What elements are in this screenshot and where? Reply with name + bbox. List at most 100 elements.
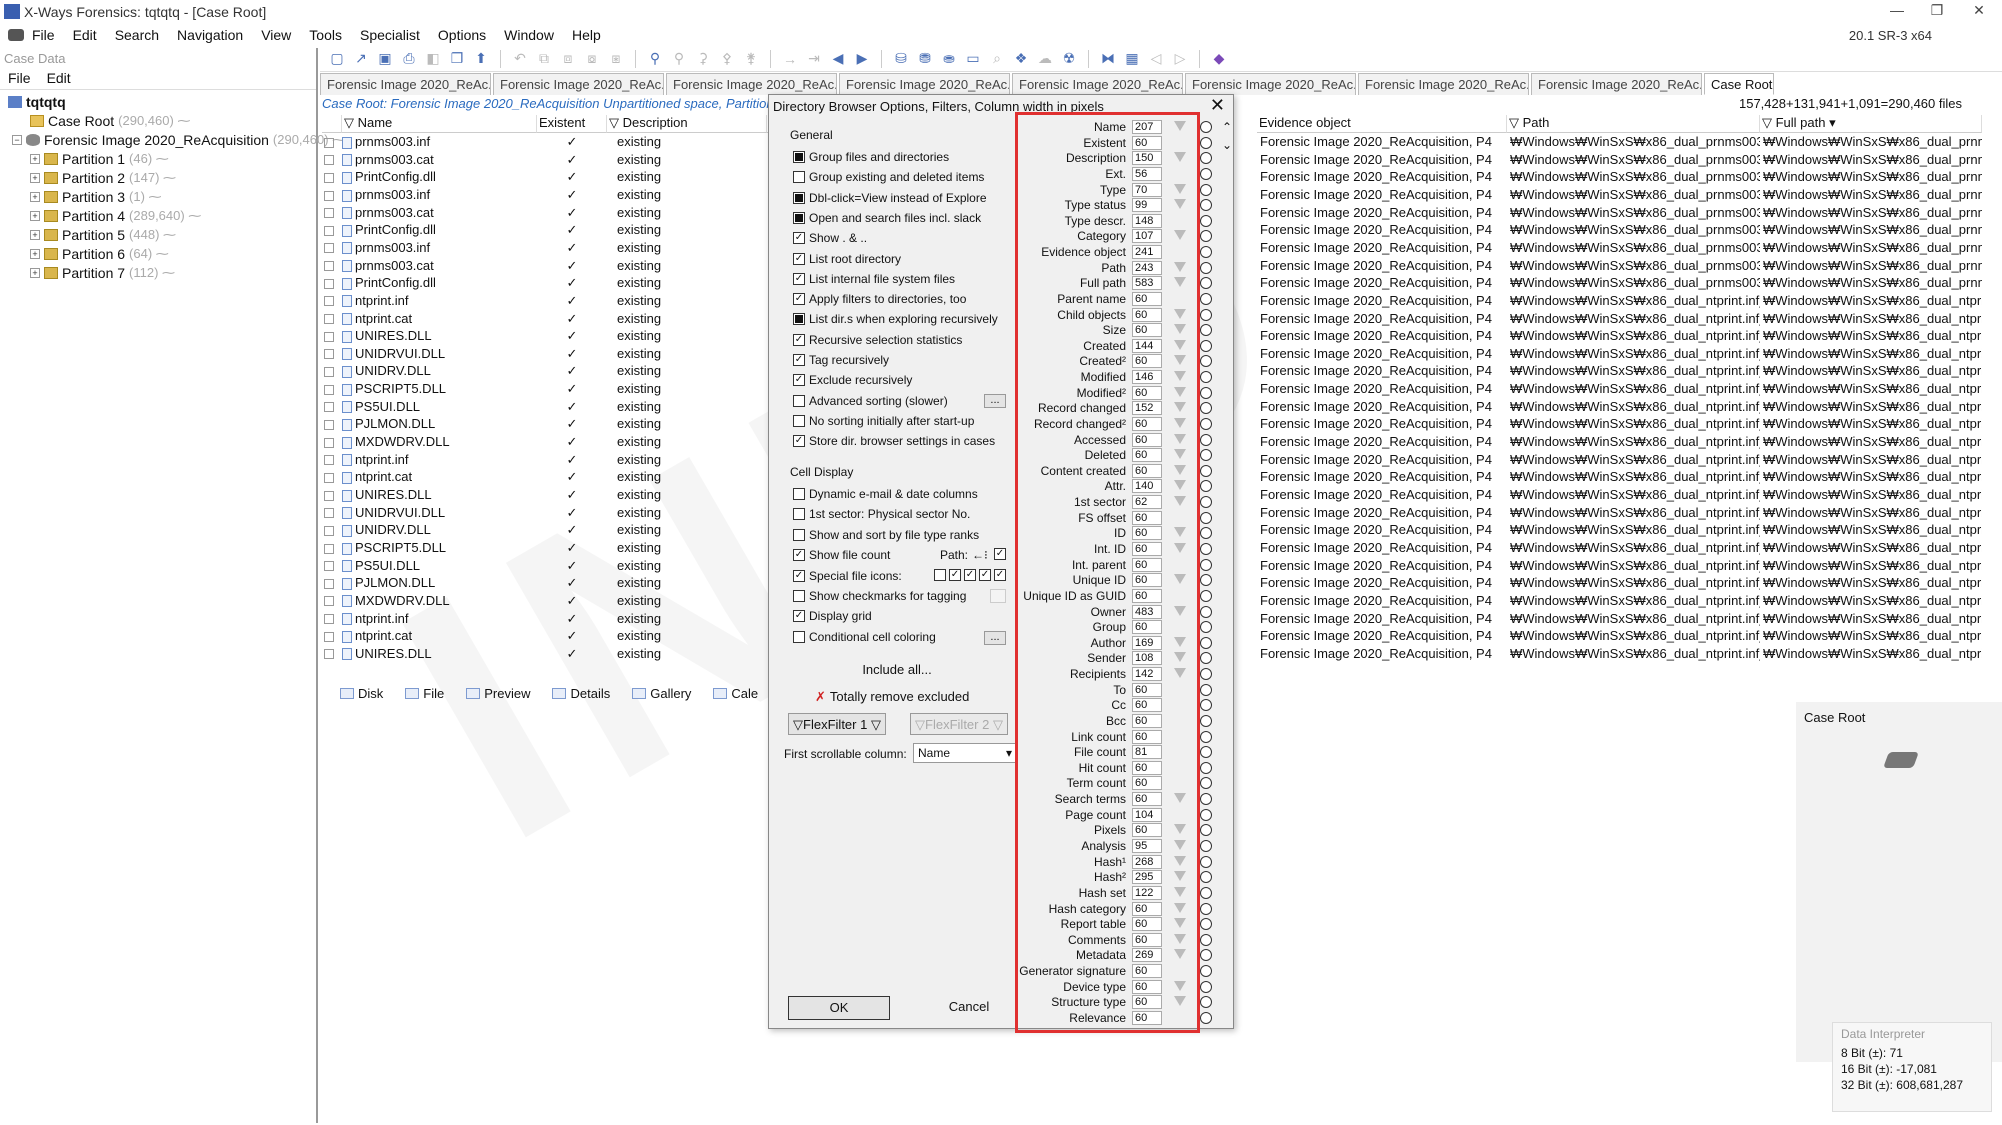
save-icon[interactable]: ▣: [376, 50, 394, 68]
checkbox-indeterminate-icon[interactable]: [793, 313, 805, 326]
column-radio-button[interactable]: [1200, 214, 1212, 227]
column-width-input[interactable]: 60: [1132, 792, 1162, 807]
column-radio-button[interactable]: [1200, 417, 1212, 430]
menu-file[interactable]: File: [32, 27, 55, 43]
tree-item-partition-3[interactable]: + Partition 3 (1) ⁓: [30, 189, 162, 205]
tab-8[interactable]: Forensic Image 2020_ReAc...: [1531, 73, 1702, 95]
filter-icon[interactable]: [1174, 277, 1186, 288]
back-icon[interactable]: ◀: [829, 50, 847, 68]
option-show-checkmarks-for-tagging[interactable]: Show checkmarks for tagging: [793, 589, 966, 603]
row-checkbox[interactable]: [322, 151, 342, 169]
checkbox-checked-icon[interactable]: ✓: [979, 569, 991, 581]
option-exclude-recursively[interactable]: ✓ Exclude recursively: [793, 373, 912, 387]
filter-icon[interactable]: [1174, 996, 1186, 1007]
tag-icon[interactable]: ◆: [1210, 50, 1228, 68]
column-width-input[interactable]: 99: [1132, 198, 1162, 213]
column-width-input[interactable]: 60: [1132, 448, 1162, 463]
checkbox-checked-icon[interactable]: ✓: [793, 232, 805, 245]
checkbox-icon[interactable]: [324, 225, 334, 236]
row-checkbox[interactable]: [322, 221, 342, 239]
flexfilter-1-button[interactable]: ▽FlexFilter 1 ▽: [788, 713, 886, 735]
fill-icon[interactable]: ⧆: [607, 50, 625, 68]
checkbox-icon[interactable]: [324, 367, 334, 377]
column-radio-button[interactable]: [1200, 183, 1212, 196]
column-width-input[interactable]: 60: [1132, 901, 1162, 916]
column-radio-button[interactable]: [1200, 605, 1212, 618]
column-width-input[interactable]: 583: [1132, 276, 1162, 291]
tree-item-case-root[interactable]: Case Root (290,460) ⁓: [30, 113, 190, 129]
checkbox-unchecked-icon[interactable]: [934, 569, 946, 581]
checkbox-icon[interactable]: [324, 490, 334, 501]
menu-options[interactable]: Options: [438, 27, 486, 43]
checkbox-icon[interactable]: [324, 614, 334, 625]
row-checkbox[interactable]: [322, 433, 342, 451]
column-radio-button[interactable]: [1200, 386, 1212, 399]
first-scrollable-dropdown[interactable]: Name ▾: [913, 743, 1017, 763]
checkbox-icon[interactable]: [324, 243, 334, 254]
menu-view[interactable]: View: [261, 27, 291, 43]
option-no-sorting-initially-after-start-up[interactable]: No sorting initially after start-up: [793, 414, 974, 428]
option-tag-recursively[interactable]: ✓ Tag recursively: [793, 353, 889, 367]
column-radio-button[interactable]: [1200, 902, 1212, 915]
option-advanced-sorting-slower[interactable]: Advanced sorting (slower): [793, 394, 948, 408]
checkbox-checked-icon[interactable]: ✓: [793, 252, 805, 265]
column-radio-button[interactable]: [1200, 324, 1212, 337]
checkbox-icon[interactable]: [324, 631, 334, 642]
tree-item-tqtqtq[interactable]: tqtqtq: [8, 94, 66, 110]
column-radio-button[interactable]: [1200, 761, 1212, 774]
filter-icon[interactable]: [1174, 183, 1186, 194]
filter-icon[interactable]: [1174, 574, 1186, 585]
tree-item-partition-2[interactable]: + Partition 2 (147) ⁓: [30, 170, 176, 186]
remove-excluded-button[interactable]: ✗Totally remove excluded items...: [785, 686, 1007, 726]
column-radio-button[interactable]: [1200, 621, 1212, 634]
checkbox-icon[interactable]: [324, 137, 334, 148]
tree-item-partition-6[interactable]: + Partition 6 (64) ⁓: [30, 246, 169, 262]
checkbox-icon[interactable]: [324, 561, 334, 572]
filter-icon[interactable]: [1174, 433, 1186, 444]
option-group-files-and-directories[interactable]: Group files and directories: [793, 150, 949, 164]
checkbox-checked-icon[interactable]: ✓: [793, 435, 805, 448]
checkbox-icon[interactable]: [324, 649, 334, 660]
column-radio-button[interactable]: [1200, 980, 1212, 993]
path-checkbox[interactable]: ✓: [994, 548, 1010, 560]
column-width-input[interactable]: 60: [1132, 463, 1162, 478]
row-checkbox[interactable]: [322, 574, 342, 592]
column-radio-button[interactable]: [1200, 308, 1212, 321]
option-show-file-count[interactable]: ✓ Show file count: [793, 548, 890, 562]
column-width-input[interactable]: 60: [1132, 776, 1162, 791]
expand-icon[interactable]: +: [30, 211, 40, 221]
column-width-input[interactable]: 60: [1132, 1010, 1162, 1025]
view-icon[interactable]: ⌕: [988, 50, 1006, 68]
checkbox-icon[interactable]: [324, 331, 334, 342]
find-icon[interactable]: ⚲: [646, 50, 664, 68]
checkbox-unchecked-icon[interactable]: [793, 630, 805, 643]
column-radio-button[interactable]: [1200, 965, 1212, 978]
row-checkbox[interactable]: [322, 468, 342, 486]
menu-help[interactable]: Help: [572, 27, 601, 43]
column-width-input[interactable]: 60: [1132, 526, 1162, 541]
system-menu-icon[interactable]: [8, 29, 24, 41]
expand-icon[interactable]: +: [30, 268, 40, 278]
undo-icon[interactable]: ↶: [511, 50, 529, 68]
filter-icon[interactable]: [1174, 371, 1186, 382]
checkbox-checked-icon[interactable]: ✓: [793, 374, 805, 387]
row-checkbox[interactable]: [322, 204, 342, 222]
checkbox-icon[interactable]: [324, 384, 334, 395]
col-header-evidence[interactable]: Evidence object: [1257, 115, 1507, 133]
row-checkbox[interactable]: [322, 239, 342, 257]
copy-block-icon[interactable]: ⧉: [535, 50, 553, 68]
filter-icon[interactable]: [1174, 605, 1186, 616]
filter-icon[interactable]: [1174, 839, 1186, 850]
tree-item-partition-7[interactable]: + Partition 7 (112) ⁓: [30, 265, 175, 281]
cancel-button[interactable]: Cancel: [918, 996, 1020, 1020]
view-tab-cale[interactable]: Cale: [713, 682, 758, 704]
special-icon-checkbox[interactable]: ✓: [994, 569, 1010, 581]
column-radio-button[interactable]: [1200, 839, 1212, 852]
column-width-input[interactable]: 60: [1132, 979, 1162, 994]
view-tab-disk[interactable]: Disk: [340, 682, 383, 704]
column-width-input[interactable]: 60: [1132, 354, 1162, 369]
tree-item-partition-5[interactable]: + Partition 5 (448) ⁓: [30, 227, 176, 243]
column-width-input[interactable]: 62: [1132, 495, 1162, 510]
column-width-input[interactable]: 122: [1132, 885, 1162, 900]
column-radio-button[interactable]: [1200, 636, 1212, 649]
